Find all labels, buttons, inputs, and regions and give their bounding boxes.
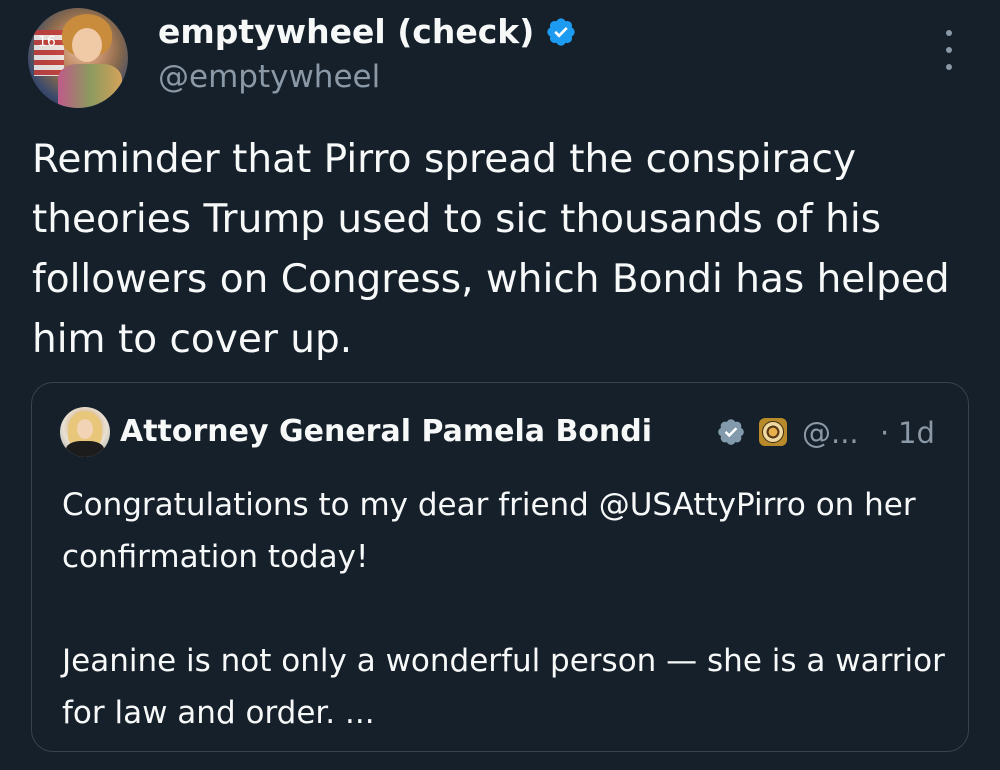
tweet: 16 emptywheel (check) @emptywheel Remind… [0,0,1000,770]
tweet-text: Reminder that Pirro spread the conspirac… [32,137,950,362]
author-display-name[interactable]: emptywheel (check) [158,12,534,52]
quoted-paragraph-1: Congratulations to my dear friend @USAtt… [62,487,916,575]
doj-seal-icon [759,418,787,446]
avatar-label: 16 [38,34,56,50]
separator-dot: · [880,416,890,450]
quoted-paragraph-2: Jeanine is not only a wonderful person —… [62,643,945,731]
quoted-tweet-text: Congratulations to my dear friend @USAtt… [62,479,952,739]
author-avatar[interactable]: 16 [28,8,128,108]
verified-badge-icon [547,18,575,46]
quoted-author-handle[interactable]: @... [802,414,859,452]
gray-verified-badge-icon [718,419,744,445]
quoted-timestamp[interactable]: 1d [898,414,935,452]
quoted-author-avatar[interactable] [60,407,110,457]
author-handle[interactable]: @emptywheel [158,58,380,96]
quoted-author-display-name[interactable]: Attorney General Pamela Bondi [120,413,652,451]
more-options-icon[interactable] [938,30,960,70]
quoted-tweet[interactable]: Attorney General Pamela Bondi @... · 1d … [31,382,969,752]
